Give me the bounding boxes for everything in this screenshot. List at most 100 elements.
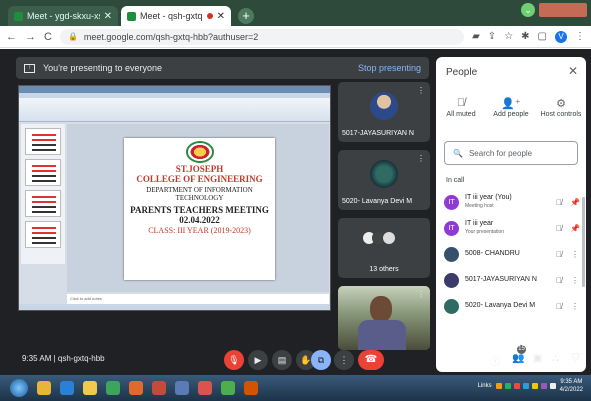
participant-label: IT iii year (You): [465, 194, 512, 201]
new-tab-button[interactable]: +: [238, 8, 254, 24]
tab-title: Meet - ygd-skxu-xsa: [27, 11, 100, 21]
college-logo-icon: [185, 141, 214, 163]
star-icon[interactable]: ☆: [504, 31, 513, 42]
powerpoint-icon[interactable]: [152, 381, 166, 395]
section-label: In call: [446, 177, 465, 184]
chevron-down-icon[interactable]: ⌄: [521, 3, 535, 17]
stop-presenting-button[interactable]: Stop presenting: [358, 63, 421, 73]
others-count: 13 others: [369, 266, 399, 273]
more-options-button[interactable]: ⋮: [334, 350, 354, 370]
close-icon[interactable]: ✕: [568, 64, 578, 78]
meeting-code: qsh-gxtq-hbb: [57, 354, 105, 363]
tray-icon[interactable]: [504, 383, 511, 389]
chrome-icon[interactable]: [106, 381, 120, 395]
presenting-banner: ↑ You're presenting to everyone Stop pre…: [16, 57, 429, 79]
participant-tile[interactable]: ⋮ 5017-JAYASURIYAN N: [338, 82, 430, 142]
participant-tile[interactable]: ⋮ 5020- Lavanya Devi M: [338, 150, 430, 210]
folder-icon[interactable]: [83, 381, 97, 395]
slide-thumbnails: [21, 124, 65, 264]
meet-favicon-icon: [14, 11, 23, 21]
start-button[interactable]: [10, 379, 28, 397]
others-tile[interactable]: 13 others: [338, 218, 430, 278]
all-muted-button[interactable]: 🎙̸ All muted: [437, 97, 485, 118]
chat-icon[interactable]: ▣: [533, 353, 542, 364]
tray-icon[interactable]: [531, 383, 538, 389]
self-view-tile: ⋮: [338, 286, 430, 350]
more-icon[interactable]: ⋮: [417, 290, 425, 299]
slide-line: 02.04.2022: [179, 215, 220, 225]
more-icon[interactable]: ⋮: [570, 250, 580, 259]
more-icon[interactable]: ⋮: [570, 276, 580, 285]
browser-tab-1[interactable]: Meet - ygd-skxu-xsa ✕: [8, 6, 118, 26]
window-icon[interactable]: ▢: [538, 31, 547, 42]
search-icon: 🔍: [453, 148, 463, 158]
firefox-icon[interactable]: [129, 381, 143, 395]
participant-name: 5020- Lavanya Devi M: [342, 198, 413, 205]
close-icon[interactable]: ✕: [104, 11, 112, 22]
participant-name: 5017-JAYASURIYAN N: [342, 130, 414, 137]
explorer-icon[interactable]: [37, 381, 51, 395]
list-item[interactable]: IT IT iii year (You) Meeting host 🎙̸ 📌: [436, 189, 586, 215]
present-icon: ⧉: [317, 355, 325, 365]
app-icon[interactable]: [198, 381, 212, 395]
mic-off-icon[interactable]: 🎙̸: [554, 250, 564, 259]
more-icon[interactable]: ⋮: [570, 302, 580, 311]
list-item[interactable]: 5020- Lavanya Devi M 🎙̸ ⋮: [436, 293, 586, 319]
list-item[interactable]: 5008- CHANDRU 🎙̸ ⋮: [436, 241, 586, 267]
list-item[interactable]: IT IT iii year Your presentation 🎙̸ 📌: [436, 215, 586, 241]
edge-icon[interactable]: [60, 381, 74, 395]
volume-icon[interactable]: [549, 383, 556, 389]
window-buttons[interactable]: [539, 3, 587, 17]
people-icon[interactable]: 👥: [512, 353, 524, 364]
url-field[interactable]: 🔒 meet.google.com/qsh-gxtq-hbb?authuser=…: [59, 28, 465, 45]
present-button[interactable]: ⧉: [311, 350, 331, 370]
tray-icon[interactable]: [513, 383, 520, 389]
camera-toggle-button[interactable]: ▶: [248, 350, 268, 370]
scrollbar[interactable]: [582, 197, 585, 287]
tray-icon[interactable]: [522, 383, 529, 389]
camera-icon[interactable]: ▰: [472, 31, 480, 42]
captions-button[interactable]: ▤: [272, 350, 292, 370]
host-controls-button[interactable]: ⚙ Host controls: [537, 97, 585, 118]
mic-toggle-button[interactable]: 🎙: [224, 350, 244, 370]
share-icon[interactable]: ⇪: [488, 31, 496, 42]
app-icon[interactable]: [175, 381, 189, 395]
action-label: All muted: [446, 111, 476, 118]
taskbar-clock[interactable]: 9:35 AM 4/2/2022: [560, 378, 583, 394]
address-bar: ← → C 🔒 meet.google.com/qsh-gxtq-hbb?aut…: [0, 26, 591, 48]
close-icon[interactable]: ✕: [217, 11, 225, 22]
profile-avatar[interactable]: V: [555, 30, 567, 43]
extensions-icon[interactable]: ✱: [521, 31, 529, 42]
mic-off-icon[interactable]: 🎙̸: [554, 302, 564, 311]
end-call-button[interactable]: ☎: [358, 350, 384, 370]
more-icon[interactable]: ⋮: [417, 86, 425, 95]
menu-icon[interactable]: ⋮: [575, 31, 585, 42]
mic-off-icon[interactable]: 🎙̸: [554, 276, 564, 285]
mic-off-icon[interactable]: 🎙̸: [554, 198, 564, 207]
browser-tab-2[interactable]: Meet - qsh-gxtq-hbb ✕: [121, 6, 231, 26]
shield-icon[interactable]: ⛉: [572, 353, 580, 364]
avatar: IT: [444, 194, 459, 210]
pin-off-icon[interactable]: 📌: [570, 224, 580, 233]
pin-icon[interactable]: 📌: [570, 198, 580, 207]
tray-icon[interactable]: [540, 383, 547, 389]
participant-sub: Meeting host: [465, 203, 494, 209]
back-icon[interactable]: ←: [6, 31, 17, 43]
add-people-button[interactable]: 👤⁺ Add people: [487, 97, 535, 118]
app-icon[interactable]: [221, 381, 235, 395]
mic-off-icon[interactable]: 🎙̸: [554, 224, 564, 233]
slide-line: CLASS: III YEAR (2019-2023): [148, 226, 251, 235]
search-input[interactable]: 🔍 Search for people: [444, 141, 578, 165]
browser-tab-strip: Meet - ygd-skxu-xsa ✕ Meet - qsh-gxtq-hb…: [0, 0, 591, 26]
reload-icon[interactable]: C: [44, 31, 52, 43]
url-text: meet.google.com/qsh-gxtq-hbb?authuser=2: [83, 31, 259, 42]
list-item[interactable]: 5017-JAYASURIYAN N 🎙̸ ⋮: [436, 267, 586, 293]
forward-icon[interactable]: →: [25, 31, 36, 43]
captions-icon: ▤: [277, 355, 287, 365]
slide-line: PARENTS TEACHERS MEETING: [130, 205, 269, 215]
info-icon[interactable]: ⓘ: [490, 353, 500, 368]
app-icon[interactable]: [244, 381, 258, 395]
more-icon[interactable]: ⋮: [417, 154, 425, 163]
activities-icon[interactable]: ⛬: [552, 353, 559, 364]
tray-icon[interactable]: [495, 383, 502, 389]
